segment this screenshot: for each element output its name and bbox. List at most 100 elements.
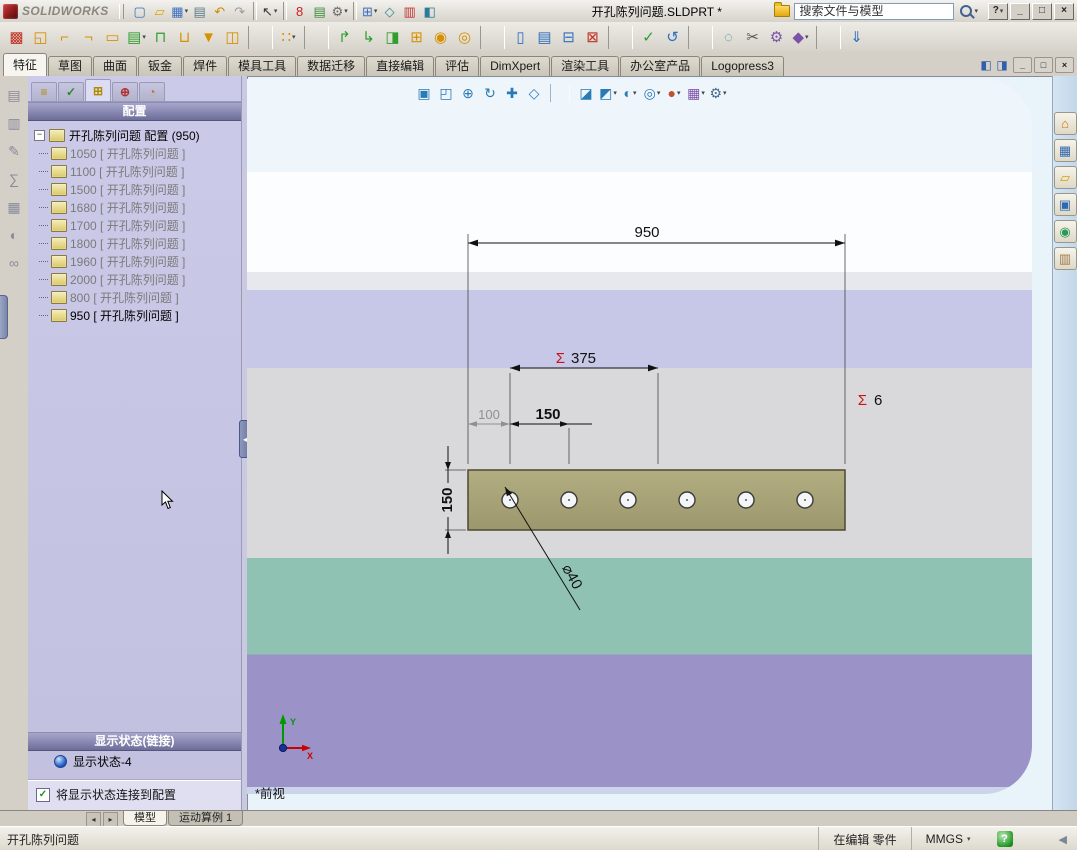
tree-collapse-icon[interactable]: − bbox=[34, 129, 45, 141]
pattern-grid-icon[interactable]: ∷ bbox=[277, 26, 300, 49]
displaymanager-tab-icon[interactable]: ◔ bbox=[139, 82, 165, 101]
options-gear-icon[interactable]: ⚙ bbox=[330, 2, 350, 20]
command-tab[interactable]: 渲染工具 bbox=[551, 56, 620, 76]
file-properties-icon[interactable]: ▤ bbox=[310, 2, 330, 20]
flatten-icon[interactable]: ▭ bbox=[101, 26, 124, 49]
featuremanager-pane-icon[interactable]: ◧ bbox=[978, 58, 994, 72]
configuration-item[interactable]: 1960 [ 开孔陈列问题 ] bbox=[28, 252, 241, 270]
note-icon[interactable]: ▤ bbox=[533, 26, 556, 49]
toolbar-icon[interactable] bbox=[352, 2, 357, 20]
coin-tool-icon[interactable]: ◎ bbox=[453, 26, 476, 49]
home-tab-icon[interactable]: ⌂ bbox=[1053, 112, 1077, 135]
dimension-150-height[interactable]: 150 bbox=[439, 487, 456, 512]
configuration-root[interactable]: − 开孔陈列问题 配置 (950) bbox=[28, 126, 241, 144]
section-view-icon[interactable]: ◪ bbox=[577, 84, 595, 102]
configuration-item[interactable]: 1680 [ 开孔陈列问题 ] bbox=[28, 198, 241, 216]
toolbar-icon[interactable] bbox=[608, 25, 633, 49]
instance-sigma-symbol[interactable]: Σ bbox=[858, 392, 867, 409]
graphics-area[interactable]: 950 Σ 375 100 150 150 ⌀40 Σ 6 Y X *前视 bbox=[247, 76, 1053, 810]
document-tab[interactable]: 模型 bbox=[123, 811, 167, 826]
toolbar-icon[interactable] bbox=[304, 25, 329, 49]
command-tab[interactable]: 模具工具 bbox=[228, 56, 297, 76]
tool-set-icon[interactable]: ◫ bbox=[221, 26, 244, 49]
minimize-button[interactable]: _ bbox=[1010, 2, 1030, 20]
search-scope-folder-icon[interactable] bbox=[774, 2, 791, 17]
propertymanager-tab-icon[interactable]: ✓ bbox=[58, 82, 84, 101]
apply-scene-icon[interactable]: ▦ bbox=[687, 84, 705, 102]
sensors-icon[interactable]: ▤ bbox=[4, 86, 24, 104]
panel-grab-handle[interactable] bbox=[0, 295, 8, 339]
units-selector[interactable]: MMGS bbox=[910, 827, 985, 850]
view-settings-icon[interactable]: ⚙ bbox=[709, 84, 727, 102]
configuration-item[interactable]: 800 [ 开孔陈列问题 ] bbox=[28, 288, 241, 306]
toolbar-grip[interactable] bbox=[118, 3, 124, 19]
unbend-icon[interactable]: ⌐ bbox=[53, 26, 76, 49]
annotations-icon[interactable]: ▥ bbox=[4, 114, 24, 132]
toolbar-icon[interactable] bbox=[480, 25, 505, 49]
gear-tool-icon[interactable]: ⚙ bbox=[765, 26, 788, 49]
toolbar-icon[interactable] bbox=[282, 2, 287, 20]
check-tool-icon[interactable]: ✓ bbox=[637, 26, 660, 49]
command-tab[interactable]: DimXpert bbox=[480, 56, 551, 76]
toolbar-icon[interactable] bbox=[816, 25, 841, 49]
die-block-icon[interactable]: ⊓ bbox=[149, 26, 172, 49]
configuration-item[interactable]: 950 [ 开孔陈列问题 ] bbox=[28, 306, 241, 324]
punch-plate-icon[interactable]: ⊔ bbox=[173, 26, 196, 49]
trim-tool-icon[interactable]: ✂ bbox=[741, 26, 764, 49]
new-document-icon[interactable]: ▢ bbox=[130, 2, 150, 20]
toolbar-icon[interactable] bbox=[252, 2, 257, 20]
command-tab[interactable]: 曲面 bbox=[93, 56, 138, 76]
hide-show-icon[interactable]: ◎ bbox=[643, 84, 661, 102]
maximize-button[interactable]: □ bbox=[1032, 2, 1052, 20]
toolbar-icon[interactable] bbox=[248, 25, 273, 49]
configurationmanager-tab-icon[interactable]: ⊞ bbox=[85, 79, 111, 101]
command-tab[interactable]: 钣金 bbox=[138, 56, 183, 76]
3d-drawing-view-icon[interactable]: ◇ bbox=[525, 84, 543, 102]
search-tool-icon[interactable]: ◌ bbox=[717, 26, 740, 49]
strip-layout-icon[interactable]: ▤ bbox=[125, 26, 148, 49]
pan-icon[interactable]: ✚ bbox=[503, 84, 521, 102]
edit-appearance-icon[interactable]: ● bbox=[665, 84, 683, 102]
document-tab[interactable]: 运动算例 1 bbox=[168, 811, 244, 826]
dimension-150-pitch[interactable]: 150 bbox=[535, 406, 560, 423]
rebuild-icon[interactable]: 8 bbox=[290, 2, 310, 20]
toolbar-icon[interactable] bbox=[688, 25, 713, 49]
graphics-viewport[interactable]: 950 Σ 375 100 150 150 ⌀40 Σ 6 Y X *前视 ▣ … bbox=[247, 76, 1053, 810]
sigma-symbol[interactable]: Σ bbox=[556, 350, 565, 367]
command-tab[interactable]: 评估 bbox=[435, 56, 480, 76]
bend-up-icon[interactable]: ↱ bbox=[333, 26, 356, 49]
configuration-item[interactable]: 1500 [ 开孔陈列问题 ] bbox=[28, 180, 241, 198]
taskpane-collapse-icon[interactable]: ◀ bbox=[1059, 833, 1067, 846]
command-tab[interactable]: 草图 bbox=[48, 56, 93, 76]
tab-scroll-right-button[interactable]: ▸ bbox=[103, 812, 118, 827]
link-display-states-label[interactable]: 将显示状态连接到配置 bbox=[56, 786, 176, 803]
part-plate[interactable] bbox=[467, 469, 846, 531]
display-state-item[interactable]: 显示状态-4 bbox=[28, 751, 241, 771]
link-icon[interactable]: ∞ bbox=[4, 254, 24, 272]
configuration-item[interactable]: 1700 [ 开孔陈列问题 ] bbox=[28, 216, 241, 234]
design-binder-icon[interactable]: ✎ bbox=[4, 142, 24, 160]
command-tab[interactable]: Logopress3 bbox=[701, 56, 784, 76]
link-display-states-checkbox[interactable]: ✓ bbox=[36, 787, 50, 802]
design-table-icon[interactable]: ⊞ bbox=[360, 2, 380, 20]
configuration-item[interactable]: 1100 [ 开孔陈列问题 ] bbox=[28, 162, 241, 180]
zoom-inout-icon[interactable]: ⊕ bbox=[459, 84, 477, 102]
bend-down-icon[interactable]: ↳ bbox=[357, 26, 380, 49]
doc-restore-button[interactable]: □ bbox=[1034, 57, 1053, 73]
search-input[interactable]: 搜索文件与模型 bbox=[794, 2, 955, 20]
dimension-hole-diameter[interactable]: ⌀40 bbox=[558, 561, 585, 592]
open-document-icon[interactable]: ▱ bbox=[150, 2, 170, 20]
measure-icon[interactable]: ◇ bbox=[380, 2, 400, 20]
view-orientation-icon[interactable]: ◩ bbox=[599, 84, 617, 102]
materials-icon[interactable]: ▦ bbox=[4, 198, 24, 216]
dimension-375[interactable]: 375 bbox=[571, 350, 596, 367]
delete-tool-icon[interactable]: ⊠ bbox=[581, 26, 604, 49]
zoom-fit-icon[interactable]: ▣ bbox=[415, 84, 433, 102]
undo-icon[interactable]: ↶ bbox=[210, 2, 230, 20]
quick-tips-help-icon[interactable]: ? bbox=[996, 831, 1013, 847]
command-tab[interactable]: 办公室产品 bbox=[620, 56, 701, 76]
select-arrow-icon[interactable]: ↖ bbox=[260, 2, 280, 20]
command-tab[interactable]: 焊件 bbox=[183, 56, 228, 76]
color-swatch-icon[interactable]: ▥ bbox=[400, 2, 420, 20]
tab-scroll-left-button[interactable]: ◂ bbox=[86, 812, 101, 827]
